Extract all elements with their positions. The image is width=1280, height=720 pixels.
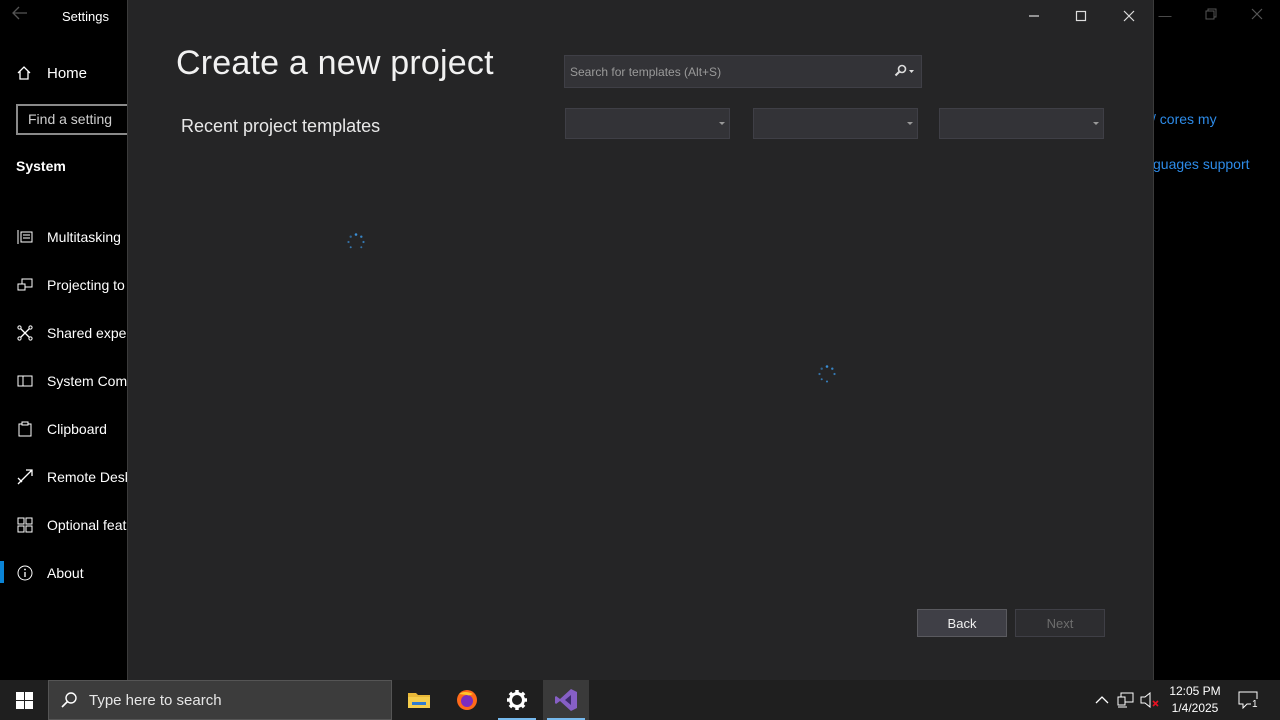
sidebar-item-label: Multitasking <box>47 229 121 245</box>
settings-gear-icon <box>507 690 527 710</box>
taskbar-clock[interactable]: 12:05 PM 1/4/2025 <box>1164 683 1226 717</box>
desktop: Settings — Home Find a setting System Mu… <box>0 0 1280 720</box>
page-title: Create a new project <box>176 44 494 82</box>
optional-features-icon <box>16 516 34 534</box>
multitasking-icon <box>16 228 34 246</box>
clipboard-icon <box>16 420 34 438</box>
cores-link[interactable]: / cores my <box>1152 111 1217 127</box>
close-icon[interactable] <box>1118 6 1140 26</box>
settings-minimize-icon[interactable]: — <box>1154 8 1176 23</box>
taskbar-search-placeholder: Type here to search <box>89 691 222 709</box>
search-icon[interactable] <box>893 64 915 78</box>
chevron-down-icon <box>1093 122 1099 125</box>
sidebar-item-shared-experiences[interactable]: Shared exper <box>16 322 131 344</box>
minimize-icon[interactable] <box>1023 6 1045 26</box>
create-project-dialog: Create a new project Recent project temp… <box>127 0 1154 680</box>
next-button[interactable]: Next <box>1015 609 1105 637</box>
sidebar-item-label: System Comp <box>47 373 135 389</box>
sidebar-item-multitasking[interactable]: Multitasking <box>16 226 121 248</box>
recent-templates-heading: Recent project templates <box>181 116 381 136</box>
taskbar-file-explorer[interactable] <box>396 680 442 720</box>
home-label: Home <box>47 64 88 82</box>
settings-title: Settings <box>62 9 109 24</box>
windows-icon <box>15 691 33 709</box>
taskbar-search-box[interactable]: Type here to search <box>48 680 392 720</box>
system-components-icon <box>16 372 34 390</box>
sidebar-item-clipboard[interactable]: Clipboard <box>16 418 107 440</box>
shared-experiences-icon <box>16 324 34 342</box>
loading-spinner-icon <box>817 364 837 384</box>
project-type-filter-dropdown[interactable] <box>939 108 1104 139</box>
notification-count: 1 <box>1251 699 1259 710</box>
sidebar-item-remote-desktop[interactable]: Remote Desk <box>16 466 132 488</box>
start-button[interactable] <box>0 680 48 720</box>
template-search-input[interactable] <box>565 64 885 79</box>
visual-studio-icon <box>555 689 577 711</box>
clock-date: 1/4/2025 <box>1171 701 1219 715</box>
chevron-up-icon[interactable] <box>1092 690 1112 710</box>
notification-center-icon[interactable]: 1 <box>1238 690 1259 710</box>
volume-muted-icon[interactable] <box>1140 690 1160 710</box>
taskbar-settings[interactable] <box>494 680 540 720</box>
sidebar-item-label: About <box>47 565 84 581</box>
info-icon <box>16 564 34 582</box>
settings-close-icon[interactable] <box>1246 8 1268 23</box>
maximize-icon[interactable] <box>1070 6 1092 26</box>
sidebar-item-label: Projecting to <box>47 277 125 293</box>
firefox-icon <box>457 690 477 710</box>
selected-indicator <box>0 561 4 583</box>
back-arrow-icon[interactable] <box>12 6 34 26</box>
taskbar: Type here to search 12:05 PM 1/4/2025 1 <box>0 680 1280 720</box>
projecting-icon <box>16 276 34 294</box>
remote-desktop-icon <box>16 468 34 486</box>
sidebar-item-label: Optional feat <box>47 517 127 533</box>
taskbar-firefox[interactable] <box>444 680 490 720</box>
chevron-down-icon <box>907 122 913 125</box>
loading-spinner-icon <box>346 232 366 252</box>
sidebar-item-about[interactable]: About <box>16 562 84 584</box>
file-explorer-icon <box>408 693 430 708</box>
taskbar-visual-studio[interactable] <box>543 680 589 720</box>
section-system-label: System <box>16 158 66 174</box>
network-icon[interactable] <box>1116 690 1136 710</box>
settings-restore-icon[interactable] <box>1200 8 1222 23</box>
back-button[interactable]: Back <box>917 609 1007 637</box>
sidebar-item-label: Clipboard <box>47 421 107 437</box>
sidebar-item-system-components[interactable]: System Comp <box>16 370 135 392</box>
sidebar-item-optional-features[interactable]: Optional feat <box>16 514 126 536</box>
language-filter-dropdown[interactable] <box>565 108 730 139</box>
sidebar-item-label: Remote Desk <box>47 469 132 485</box>
search-icon <box>49 691 89 709</box>
chevron-down-icon <box>719 122 725 125</box>
sidebar-item-projecting[interactable]: Projecting to <box>16 274 125 296</box>
clock-time: 12:05 PM <box>1169 684 1221 698</box>
home-icon <box>16 65 34 81</box>
template-search-box[interactable] <box>564 55 922 88</box>
platform-filter-dropdown[interactable] <box>753 108 918 139</box>
sidebar-item-label: Shared exper <box>47 325 132 341</box>
sidebar-home[interactable]: Home <box>16 62 87 84</box>
languages-link[interactable]: guages support <box>1153 156 1250 172</box>
